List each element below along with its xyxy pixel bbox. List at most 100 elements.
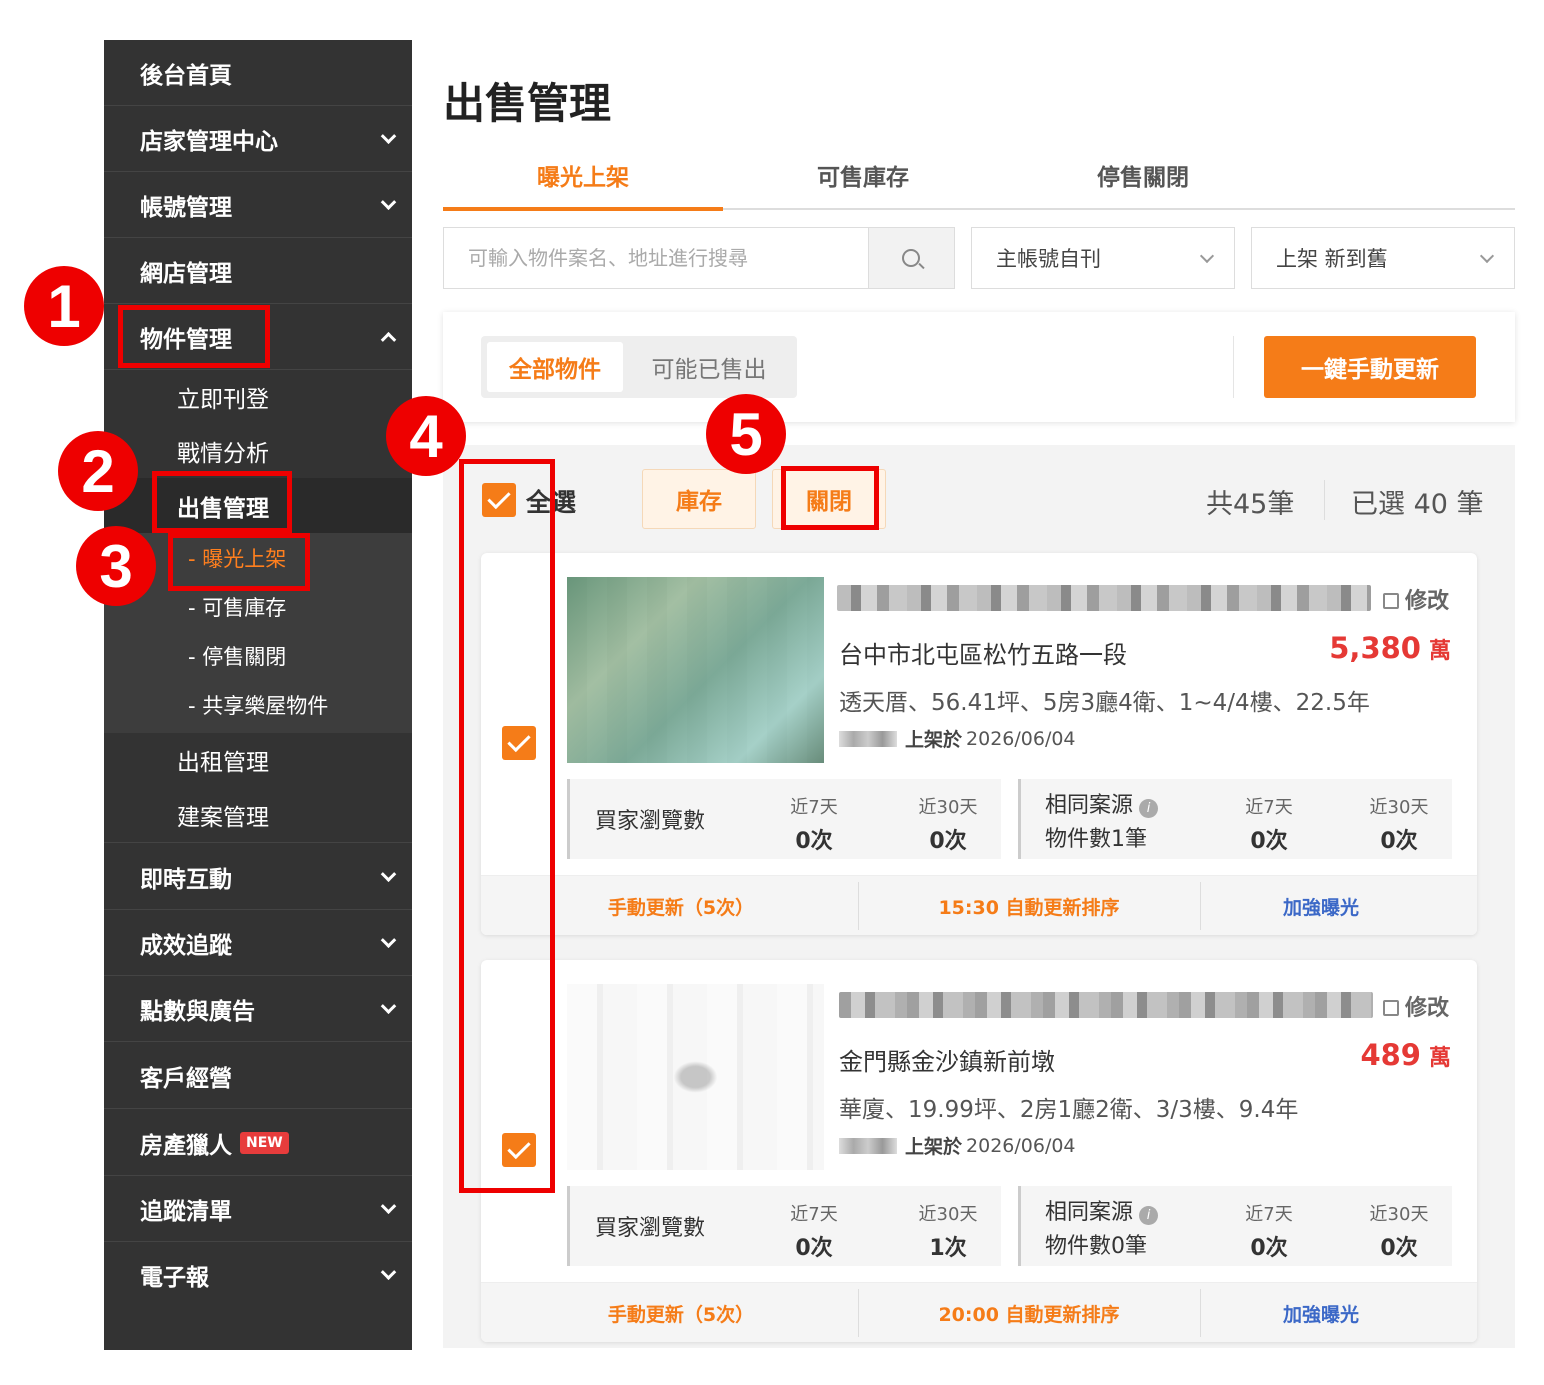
chevron-down-icon [380, 931, 397, 948]
search-icon [902, 249, 920, 267]
edit-icon [1383, 1000, 1399, 1016]
divider [1233, 336, 1234, 398]
sidebar-item-rent-management[interactable]: 出租管理 [104, 733, 412, 787]
sidebar-item-tracking[interactable]: 追蹤清單 [104, 1176, 412, 1242]
sidebar-item-label: 點數與廣告 [140, 998, 255, 1025]
posted-date: 2026/06/04 [966, 1134, 1076, 1157]
chevron-down-icon [380, 127, 397, 144]
sidebar-item-hunter[interactable]: 房產獵人 NEW [104, 1110, 412, 1176]
poster-name-blurred [839, 1137, 897, 1154]
views-30d: 近30天 1次 [908, 1200, 988, 1262]
listing-price: 489 萬 [1360, 1038, 1451, 1072]
price-value: 5,380 [1329, 631, 1421, 665]
sidebar-item-analytics[interactable]: 戰情分析 [104, 424, 412, 478]
sidebar-item-interaction[interactable]: 即時互動 [104, 844, 412, 910]
views-label: 買家瀏覽數 [595, 1216, 706, 1241]
sidebar-item-label: 客戶經營 [140, 1065, 232, 1092]
edit-button[interactable]: 修改 [1383, 990, 1449, 1022]
info-icon[interactable]: i [1139, 1206, 1159, 1225]
stat-value: 0次 [1250, 1236, 1288, 1261]
sidebar-item-label: - 可售庫存 [188, 596, 287, 620]
edit-button[interactable]: 修改 [1383, 583, 1449, 615]
info-icon[interactable]: i [1139, 799, 1159, 818]
manual-refresh-button[interactable]: 手動更新（5次） [541, 876, 821, 936]
chevron-down-icon [380, 997, 397, 1014]
sidebar: 後台首頁 店家管理中心 帳號管理 網店管理 物件管理 立即刊登 戰情分析 出售管… [104, 40, 412, 1350]
chevron-down-icon [380, 193, 397, 210]
listing-spec: 透天厝、56.41坪、5房3廳4衛、1~4/4樓、22.5年 [839, 690, 1370, 716]
chevron-down-icon [1199, 248, 1215, 264]
manual-refresh-button[interactable]: 手動更新（5次） [541, 1283, 821, 1343]
annotation-box-checkboxes [459, 459, 555, 1193]
stat-key: 近7天 [1245, 1204, 1293, 1225]
stat-value: 0次 [1380, 1236, 1418, 1261]
annotation-badge-3: 3 [76, 526, 156, 606]
sidebar-item-label: 電子報 [140, 1265, 209, 1291]
sidebar-item-label: 後台首頁 [140, 62, 232, 89]
segment-maybe-sold[interactable]: 可能已售出 [629, 342, 789, 392]
listing-title-blurred [837, 585, 1371, 611]
edit-label: 修改 [1405, 589, 1450, 614]
stat-value: 0次 [1380, 829, 1418, 854]
annotation-badge-1: 1 [24, 266, 104, 346]
listing-actions: 手動更新（5次） 20:00 自動更新排序 加強曝光 [481, 1282, 1477, 1342]
listing-photo[interactable] [567, 984, 824, 1170]
divider [1324, 480, 1325, 520]
sidebar-item-shared[interactable]: - 共享樂屋物件 [104, 682, 412, 728]
same-source-stats: 相同案源 i 物件數0筆 近7天 0次 近30天 0次 [1018, 1186, 1452, 1266]
tab-exposed[interactable]: 曝光上架 [443, 140, 723, 210]
sidebar-item-label: 房產獵人 [140, 1132, 232, 1159]
stat-value: 0次 [795, 1236, 833, 1261]
boost-exposure-button[interactable]: 加強曝光 [1201, 876, 1441, 936]
sidebar-item-label: 帳號管理 [140, 194, 232, 221]
listing-photo[interactable] [567, 577, 824, 763]
views-30d: 近30天 0次 [908, 793, 988, 855]
search-button[interactable] [868, 228, 954, 288]
sidebar-item-customers[interactable]: 客戶經營 [104, 1043, 412, 1109]
stat-key: 近7天 [1245, 797, 1293, 818]
sidebar-item-project-management[interactable]: 建案管理 [104, 787, 412, 843]
segment-all[interactable]: 全部物件 [487, 342, 623, 392]
poster-name-blurred [839, 730, 897, 747]
posted-label: 上架於 [905, 729, 963, 751]
page-title: 出售管理 [443, 79, 612, 128]
buyer-views-stats: 買家瀏覽數 近7天 0次 近30天 1次 [567, 1186, 1001, 1266]
same-source-title: 相同案源 [1045, 1200, 1134, 1225]
same-7d: 近7天 0次 [1229, 793, 1309, 855]
stat-key: 近30天 [1369, 797, 1429, 818]
tab-inventory[interactable]: 可售庫存 [723, 140, 1003, 210]
refresh-all-button[interactable]: 一鍵手動更新 [1264, 336, 1476, 398]
annotation-badge-5: 5 [706, 394, 786, 474]
sidebar-item-closed[interactable]: - 停售關閉 [104, 633, 412, 679]
search-input[interactable] [444, 228, 869, 288]
sidebar-item-label: 出租管理 [177, 750, 269, 776]
annotation-box-property [118, 305, 270, 368]
tab-closed[interactable]: 停售關閉 [1003, 140, 1283, 210]
sidebar-item-post-now[interactable]: 立即刊登 [104, 370, 412, 424]
sort-select[interactable]: 上架 新到舊 [1251, 227, 1515, 289]
sidebar-item-newsletter[interactable]: 電子報 [104, 1242, 412, 1308]
account-select[interactable]: 主帳號自刊 [971, 227, 1235, 289]
new-badge: NEW [240, 1131, 289, 1154]
sidebar-item-points-ads[interactable]: 點數與廣告 [104, 976, 412, 1042]
stat-key: 近30天 [1369, 1204, 1429, 1225]
sort-select-value: 上架 新到舊 [1276, 247, 1388, 271]
listing-address[interactable]: 金門縣金沙鎮新前墩 [839, 1042, 1055, 1077]
sidebar-item-label: 網店管理 [140, 260, 232, 287]
auto-refresh-button[interactable]: 20:00 自動更新排序 [859, 1283, 1199, 1343]
auto-refresh-button[interactable]: 15:30 自動更新排序 [859, 876, 1199, 936]
same-source-stats: 相同案源 i 物件數1筆 近7天 0次 近30天 0次 [1018, 779, 1452, 859]
sidebar-item-store-center[interactable]: 店家管理中心 [104, 106, 412, 172]
sidebar-item-performance[interactable]: 成效追蹤 [104, 910, 412, 976]
move-to-inventory-button[interactable]: 庫存 [642, 469, 756, 529]
chevron-down-icon [1479, 248, 1495, 264]
account-select-value: 主帳號自刊 [996, 247, 1101, 271]
boost-exposure-button[interactable]: 加強曝光 [1201, 1283, 1441, 1343]
sidebar-item-home[interactable]: 後台首頁 [104, 40, 412, 106]
sidebar-item-account[interactable]: 帳號管理 [104, 172, 412, 238]
sidebar-item-shop[interactable]: 網店管理 [104, 238, 412, 304]
sidebar-item-label: 店家管理中心 [140, 128, 278, 155]
listing-address[interactable]: 台中市北屯區松竹五路一段 [839, 635, 1127, 670]
same-30d: 近30天 0次 [1359, 793, 1439, 855]
same-source-count: 物件數0筆 [1045, 1234, 1147, 1259]
